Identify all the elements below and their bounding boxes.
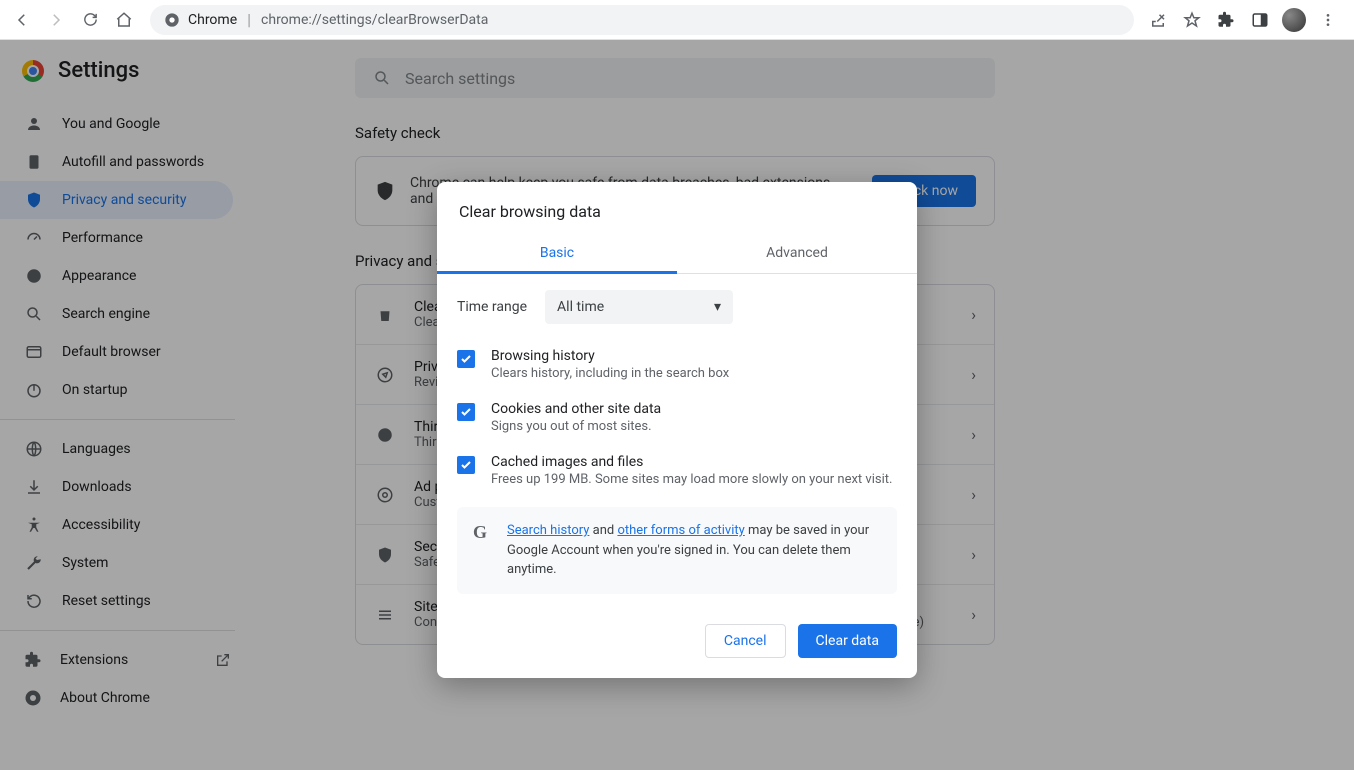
sidepanel-icon[interactable] (1248, 8, 1272, 32)
url-text: chrome://settings/clearBrowserData (261, 12, 488, 28)
browser-toolbar: Chrome | chrome://settings/clearBrowserD… (0, 0, 1354, 40)
time-range-value: All time (557, 299, 604, 315)
checkbox-cookies[interactable] (457, 403, 475, 421)
option-cookies[interactable]: Cookies and other site dataSigns you out… (457, 391, 897, 444)
site-icon (164, 12, 180, 28)
time-range-select[interactable]: All time ▾ (545, 290, 733, 324)
home-button[interactable] (110, 6, 138, 34)
other-activity-link[interactable]: other forms of activity (617, 523, 744, 538)
google-account-info: G Search history and other forms of acti… (457, 507, 897, 594)
option-cache[interactable]: Cached images and filesFrees up 199 MB. … (457, 444, 897, 497)
menu-icon[interactable] (1316, 8, 1340, 32)
omnibox-separator: | (247, 10, 251, 29)
address-bar[interactable]: Chrome | chrome://settings/clearBrowserD… (150, 5, 1134, 35)
search-history-link[interactable]: Search history (507, 523, 589, 538)
forward-button[interactable] (42, 6, 70, 34)
checkbox-cache[interactable] (457, 456, 475, 474)
dropdown-arrow-icon: ▾ (714, 299, 721, 315)
origin-label: Chrome (188, 12, 237, 28)
reload-button[interactable] (76, 6, 104, 34)
dialog-title: Clear browsing data (437, 182, 917, 235)
tab-advanced[interactable]: Advanced (677, 235, 917, 273)
clear-data-button[interactable]: Clear data (798, 624, 897, 658)
avatar[interactable] (1282, 8, 1306, 32)
dialog-tabs: Basic Advanced (437, 235, 917, 274)
back-button[interactable] (8, 6, 36, 34)
tab-basic[interactable]: Basic (437, 235, 677, 273)
clear-browsing-data-dialog: Clear browsing data Basic Advanced Time … (437, 182, 917, 678)
share-icon[interactable] (1146, 8, 1170, 32)
option-browsing-history[interactable]: Browsing historyClears history, includin… (457, 338, 897, 391)
time-range-label: Time range (457, 299, 527, 315)
extensions-icon[interactable] (1214, 8, 1238, 32)
google-icon: G (473, 523, 493, 543)
bookmark-icon[interactable] (1180, 8, 1204, 32)
checkbox-browsing-history[interactable] (457, 350, 475, 368)
cancel-button[interactable]: Cancel (705, 624, 786, 658)
